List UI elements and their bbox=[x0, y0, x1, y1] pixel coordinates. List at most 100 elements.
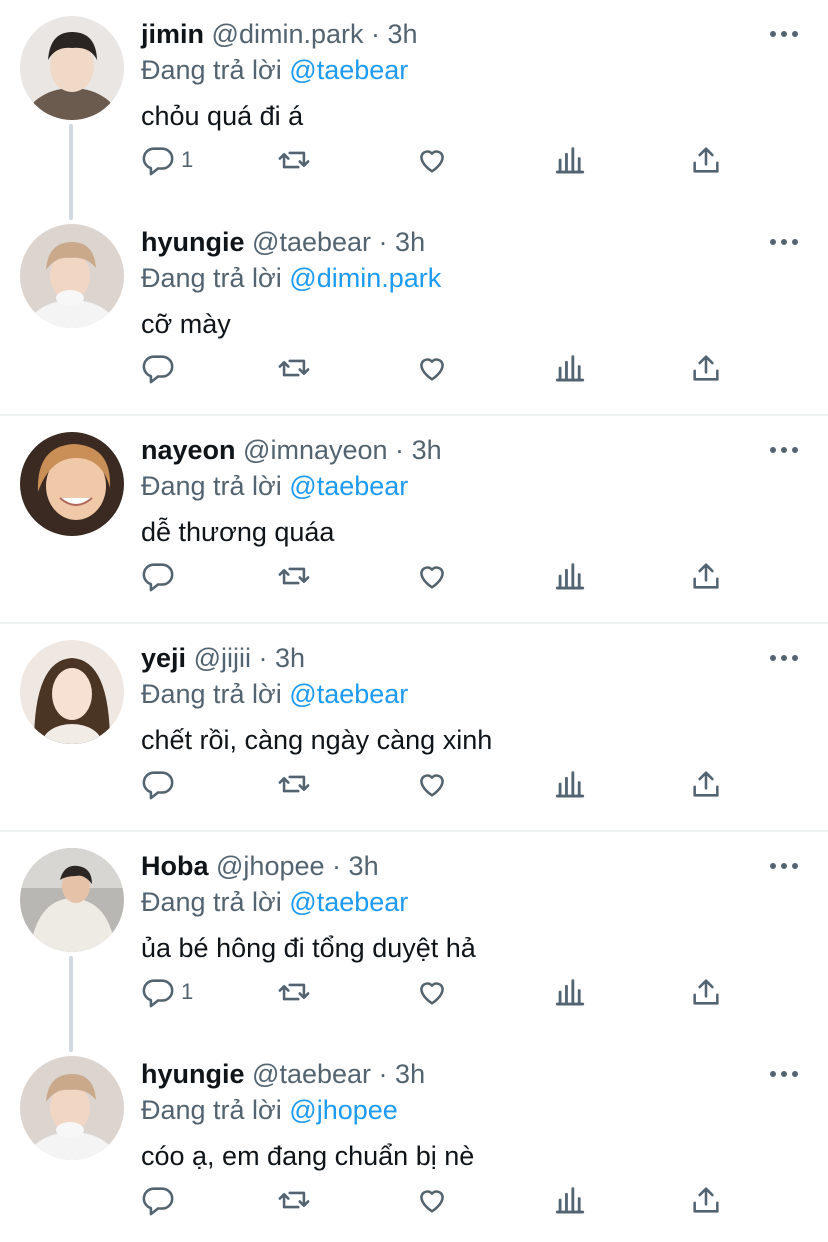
like-button[interactable] bbox=[415, 140, 449, 180]
retweet-button[interactable] bbox=[277, 764, 311, 804]
tweet-text: ủa bé hông đi tổng duyệt hả bbox=[141, 933, 476, 963]
reply-button[interactable] bbox=[141, 1180, 181, 1220]
analytics-icon bbox=[555, 979, 585, 1006]
timestamp[interactable]: 3h bbox=[275, 643, 305, 673]
timestamp[interactable]: 3h bbox=[412, 435, 442, 465]
replying-prefix: Đang trả lời bbox=[141, 263, 282, 293]
avatar[interactable] bbox=[20, 432, 124, 536]
analytics-icon bbox=[555, 147, 585, 174]
more-icon[interactable] bbox=[768, 24, 800, 44]
reply-button[interactable] bbox=[141, 348, 181, 388]
avatar[interactable] bbox=[20, 640, 124, 744]
action-bar bbox=[141, 764, 741, 804]
display-name[interactable]: Hoba bbox=[141, 851, 209, 881]
display-name[interactable]: jimin bbox=[141, 19, 204, 49]
separator-dot: · bbox=[378, 1059, 388, 1089]
like-button[interactable] bbox=[415, 1180, 449, 1220]
mention-link[interactable]: @taebear bbox=[289, 887, 408, 917]
reply-button[interactable] bbox=[141, 764, 181, 804]
reply-tweet[interactable]: Hoba @jhopee · 3h Đang trả lời @taebear … bbox=[0, 832, 828, 1040]
replying-prefix: Đang trả lời bbox=[141, 679, 282, 709]
like-button[interactable] bbox=[415, 556, 449, 596]
reply-tweet[interactable]: hyungie @taebear · 3h Đang trả lời @jhop… bbox=[0, 1040, 828, 1242]
display-name[interactable]: hyungie bbox=[141, 227, 245, 257]
timestamp[interactable]: 3h bbox=[395, 227, 425, 257]
retweet-icon bbox=[278, 359, 310, 377]
timestamp[interactable]: 3h bbox=[395, 1059, 425, 1089]
more-icon[interactable] bbox=[768, 648, 800, 668]
action-bar: 1 bbox=[141, 972, 741, 1012]
share-icon bbox=[693, 355, 719, 381]
analytics-icon bbox=[555, 1187, 585, 1214]
reply-button[interactable] bbox=[141, 556, 181, 596]
views-button[interactable] bbox=[553, 140, 587, 180]
views-button[interactable] bbox=[553, 1180, 587, 1220]
mention-link[interactable]: @taebear bbox=[289, 55, 408, 85]
display-name[interactable]: hyungie bbox=[141, 1059, 245, 1089]
retweet-button[interactable] bbox=[277, 348, 311, 388]
more-icon[interactable] bbox=[768, 232, 800, 252]
share-icon bbox=[693, 563, 719, 589]
like-button[interactable] bbox=[415, 764, 449, 804]
reply-icon bbox=[142, 147, 174, 176]
share-icon bbox=[693, 771, 719, 797]
separator-dot: · bbox=[332, 851, 342, 881]
avatar[interactable] bbox=[20, 224, 124, 328]
share-button[interactable] bbox=[689, 348, 723, 388]
avatar[interactable] bbox=[20, 16, 124, 120]
user-handle[interactable]: @taebear bbox=[252, 227, 371, 257]
share-icon bbox=[693, 1187, 719, 1213]
share-icon bbox=[693, 147, 719, 173]
reply-button[interactable]: 1 bbox=[141, 140, 193, 180]
reply-icon bbox=[142, 979, 174, 1008]
mention-link[interactable]: @dimin.park bbox=[289, 263, 441, 293]
retweet-button[interactable] bbox=[277, 1180, 311, 1220]
separator-dot: · bbox=[371, 19, 381, 49]
user-handle[interactable]: @jhopee bbox=[216, 851, 325, 881]
like-button[interactable] bbox=[415, 348, 449, 388]
more-icon[interactable] bbox=[768, 856, 800, 876]
reply-tweet[interactable]: nayeon @imnayeon · 3h Đang trả lời @taeb… bbox=[0, 416, 828, 622]
like-button[interactable] bbox=[415, 972, 449, 1012]
replying-to: Đang trả lời @taebear bbox=[141, 52, 408, 88]
action-bar bbox=[141, 1180, 741, 1220]
views-button[interactable] bbox=[553, 556, 587, 596]
views-button[interactable] bbox=[553, 764, 587, 804]
more-icon[interactable] bbox=[768, 440, 800, 460]
replying-to: Đang trả lời @jhopee bbox=[141, 1092, 398, 1128]
tweet-text: cóo ạ, em đang chuẩn bị nè bbox=[141, 1141, 475, 1171]
mention-link[interactable]: @taebear bbox=[289, 471, 408, 501]
share-button[interactable] bbox=[689, 972, 723, 1012]
more-icon[interactable] bbox=[768, 1064, 800, 1084]
timestamp[interactable]: 3h bbox=[388, 19, 418, 49]
retweet-button[interactable] bbox=[277, 972, 311, 1012]
replying-prefix: Đang trả lời bbox=[141, 887, 282, 917]
share-button[interactable] bbox=[689, 140, 723, 180]
user-handle[interactable]: @dimin.park bbox=[212, 19, 364, 49]
views-button[interactable] bbox=[553, 348, 587, 388]
views-button[interactable] bbox=[553, 972, 587, 1012]
display-name[interactable]: yeji bbox=[141, 643, 186, 673]
avatar[interactable] bbox=[20, 1056, 124, 1160]
retweet-button[interactable] bbox=[277, 140, 311, 180]
reply-button[interactable]: 1 bbox=[141, 972, 193, 1012]
user-handle[interactable]: @jijii bbox=[194, 643, 251, 673]
reply-tweet[interactable]: hyungie @taebear · 3h Đang trả lời @dimi… bbox=[0, 208, 828, 414]
reply-icon bbox=[142, 1187, 174, 1216]
share-button[interactable] bbox=[689, 1180, 723, 1220]
analytics-icon bbox=[555, 355, 585, 382]
user-handle[interactable]: @taebear bbox=[252, 1059, 371, 1089]
mention-link[interactable]: @jhopee bbox=[289, 1095, 398, 1125]
retweet-icon bbox=[278, 151, 310, 169]
display-name[interactable]: nayeon bbox=[141, 435, 236, 465]
reply-tweet[interactable]: jimin @dimin.park · 3h Đang trả lời @tae… bbox=[0, 0, 828, 208]
share-button[interactable] bbox=[689, 556, 723, 596]
reply-tweet[interactable]: yeji @jijii · 3h Đang trả lời @taebear c… bbox=[0, 624, 828, 830]
share-button[interactable] bbox=[689, 764, 723, 804]
user-handle[interactable]: @imnayeon bbox=[243, 435, 387, 465]
action-bar: 1 bbox=[141, 140, 741, 180]
avatar[interactable] bbox=[20, 848, 124, 952]
timestamp[interactable]: 3h bbox=[349, 851, 379, 881]
mention-link[interactable]: @taebear bbox=[289, 679, 408, 709]
retweet-button[interactable] bbox=[277, 556, 311, 596]
